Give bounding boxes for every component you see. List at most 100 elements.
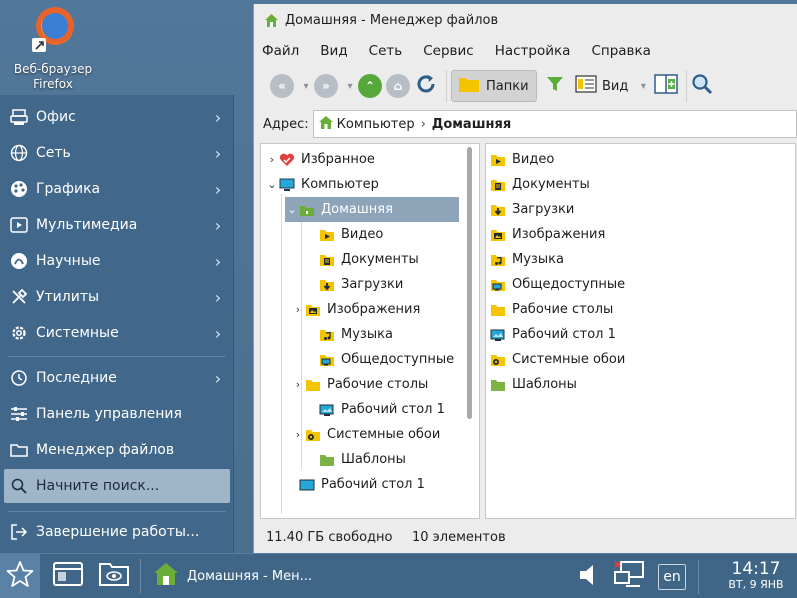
folder-tree: › Избранное ⌄ Компьютер ⌄ Домашняя Видео… [260, 143, 480, 519]
tree-item-downloads[interactable]: Загрузки [305, 272, 403, 297]
forward-history-dropdown[interactable]: ▾ [342, 81, 358, 92]
file-item-templates[interactable]: Шаблоны [490, 372, 577, 397]
tree-item-video[interactable]: Видео [305, 222, 383, 247]
file-item-music[interactable]: Музыка [490, 247, 564, 272]
taskbar-divider [698, 559, 699, 594]
office-icon [10, 108, 28, 126]
menu-network[interactable]: Сеть [369, 43, 403, 59]
breadcrumb-home[interactable]: Домашняя [432, 117, 511, 132]
expand-icon[interactable]: › [291, 378, 305, 391]
file-item-label: Документы [512, 177, 590, 192]
tree-item-music[interactable]: Музыка [305, 322, 393, 347]
tree-item-label: Шаблоны [341, 452, 406, 467]
menu-item-multimedia[interactable]: Мультимедиа › [0, 208, 234, 242]
tree-item-documents[interactable]: Документы [305, 247, 419, 272]
back-button[interactable]: « [270, 70, 294, 102]
forward-icon: » [314, 74, 338, 98]
view-mode-button[interactable]: Вид [575, 70, 628, 102]
menu-item-control-panel[interactable]: Панель управления [0, 397, 234, 431]
folders-toggle-button[interactable]: Папки [451, 70, 537, 102]
volume-button[interactable] [574, 561, 606, 593]
file-item-desktop-1[interactable]: Рабочий стол 1 [490, 322, 616, 347]
tree-item-label: Избранное [301, 152, 375, 167]
menu-help[interactable]: Справка [591, 43, 650, 59]
collapse-icon[interactable]: ⌄ [265, 178, 279, 191]
network-button[interactable] [610, 560, 650, 593]
tree-item-pictures[interactable]: › Изображения [296, 297, 421, 322]
menu-search-input[interactable]: Начните поиск... [4, 469, 230, 503]
menu-item-graphics[interactable]: Графика › [0, 172, 234, 206]
file-item-wallpapers[interactable]: Системные обои [490, 347, 625, 372]
window-titlebar[interactable]: Домашняя - Менеджер файлов [254, 4, 797, 37]
filter-button[interactable] [545, 70, 565, 102]
menu-item-label: Научные [36, 253, 101, 269]
file-item-documents[interactable]: Документы [490, 172, 590, 197]
menu-item-label: Офис [36, 109, 76, 125]
menu-item-office[interactable]: Офис › [0, 100, 234, 134]
show-desktop-button[interactable] [50, 558, 86, 594]
keyboard-layout-button[interactable]: en [658, 563, 686, 590]
breadcrumb-computer[interactable]: Компьютер [318, 115, 415, 134]
menu-item-file-manager[interactable]: Менеджер файлов [0, 433, 234, 467]
back-history-dropdown[interactable]: ▾ [298, 81, 314, 92]
toolbar-divider [686, 70, 688, 102]
home-icon: ⌂ [386, 74, 410, 98]
taskbar-task-file-manager[interactable]: Домашняя - Мен... [153, 562, 553, 590]
file-item-label: Музыка [512, 252, 564, 267]
menu-item-utilities[interactable]: Утилиты › [0, 280, 234, 314]
file-item-label: Изображения [512, 227, 606, 242]
menu-file[interactable]: Файл [262, 43, 299, 59]
desktop-icon-firefox[interactable]: Веб-браузер Firefox [6, 4, 100, 92]
menu-item-label: Панель управления [36, 406, 182, 422]
video-folder-icon [490, 153, 506, 167]
menu-service[interactable]: Сервис [423, 43, 473, 59]
tree-item-public[interactable]: Общедоступные [305, 347, 454, 372]
home-button[interactable]: ⌂ [386, 70, 410, 102]
file-item-desktops[interactable]: Рабочие столы [490, 297, 613, 322]
menu-item-system[interactable]: Системные › [0, 316, 234, 350]
star-icon [6, 560, 34, 592]
tree-item-desktop-1-root[interactable]: Рабочий стол 1 [285, 472, 425, 497]
menu-item-label: Графика [36, 181, 101, 197]
folder-eye-icon [98, 560, 130, 592]
file-item-downloads[interactable]: Загрузки [490, 197, 574, 222]
file-item-public[interactable]: Общедоступные [490, 272, 625, 297]
split-view-button[interactable] [654, 70, 679, 102]
forward-button[interactable]: » [314, 70, 338, 102]
tree-item-computer[interactable]: ⌄ Компьютер [265, 172, 379, 197]
desktop-folder-icon [319, 403, 335, 417]
menu-settings[interactable]: Настройка [495, 43, 571, 59]
file-item-label: Шаблоны [512, 377, 577, 392]
menu-item-shutdown[interactable]: Завершение работы... [0, 515, 234, 549]
tree-item-home[interactable]: ⌄ Домашняя [285, 197, 459, 222]
tree-item-templates[interactable]: Шаблоны [305, 447, 406, 472]
tree-item-desktop-1[interactable]: Рабочий стол 1 [305, 397, 445, 422]
search-button[interactable] [691, 70, 713, 102]
tree-guide-line [281, 194, 282, 514]
history-icon [10, 369, 28, 387]
menu-item-network[interactable]: Сеть › [0, 136, 234, 170]
expand-icon[interactable]: › [291, 303, 305, 316]
up-button[interactable]: ⌃ [358, 70, 382, 102]
start-button[interactable] [0, 554, 40, 598]
menu-view[interactable]: Вид [320, 43, 347, 59]
speaker-icon [577, 563, 603, 591]
clock[interactable]: 14:17 ВТ, 9 ЯНВ [715, 560, 797, 593]
file-item-video[interactable]: Видео [490, 147, 554, 172]
tree-item-favorites[interactable]: › Избранное [265, 147, 375, 172]
clock-date: ВТ, 9 ЯНВ [728, 577, 784, 591]
folder-icon [490, 303, 506, 317]
view-mode-dropdown[interactable]: ▾ [632, 81, 654, 92]
file-manager-launcher[interactable] [96, 558, 132, 594]
menu-item-recent[interactable]: Последние › [0, 361, 234, 395]
expand-icon[interactable]: › [265, 153, 279, 166]
tree-item-wallpapers[interactable]: › Системные обои [296, 422, 441, 447]
expand-icon[interactable]: › [291, 428, 305, 441]
menu-item-science[interactable]: Научные › [0, 244, 234, 278]
collapse-icon[interactable]: ⌄ [285, 203, 299, 216]
address-input[interactable]: Компьютер › Домашняя [312, 110, 797, 138]
tree-item-desktops[interactable]: › Рабочие столы [296, 372, 429, 397]
tree-scrollbar[interactable] [467, 147, 472, 419]
refresh-button[interactable] [414, 70, 438, 102]
file-item-pictures[interactable]: Изображения [490, 222, 605, 247]
